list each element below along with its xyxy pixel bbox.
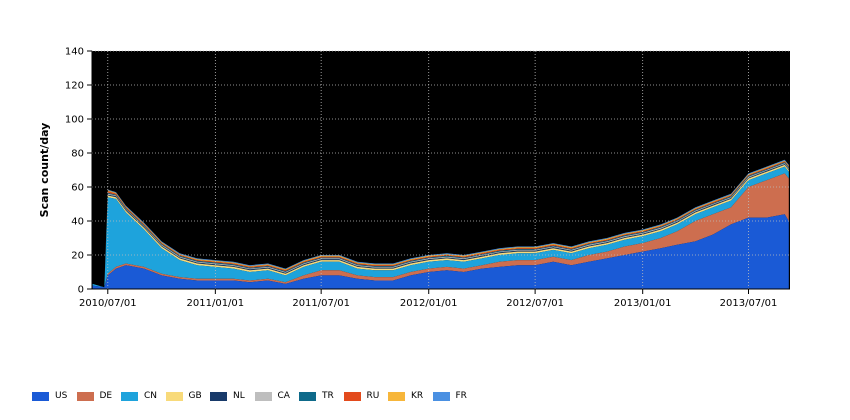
y-axis-title: Scan count/day <box>38 123 51 218</box>
legend-swatch <box>210 391 227 401</box>
legend-swatch <box>165 391 183 401</box>
legend-swatch <box>343 391 361 401</box>
legend-swatch <box>32 391 49 401</box>
legend-swatch <box>254 391 272 401</box>
y-tick-label: 20 <box>71 251 84 262</box>
legend: US DE CN GB NL CA TR RU KR FR <box>32 391 477 401</box>
legend-label: FR <box>455 391 467 401</box>
legend-item-fr: FR <box>432 391 478 401</box>
legend-label: TR <box>322 391 334 401</box>
legend-item-de: DE <box>76 391 122 401</box>
legend-label: US <box>55 391 68 401</box>
y-tick-label: 120 <box>65 81 84 92</box>
legend-item-ru: RU <box>343 391 389 401</box>
legend-item-cn: CN <box>121 391 166 401</box>
y-tick-label: 80 <box>71 149 84 160</box>
legend-swatch <box>299 391 316 401</box>
y-tick-label: 140 <box>65 47 84 58</box>
legend-label: RU <box>366 391 380 401</box>
legend-label: NL <box>233 391 245 401</box>
legend-label: CN <box>144 391 158 401</box>
x-tick-label: 2011/01/01 <box>187 298 245 309</box>
x-tick-label: 2010/07/01 <box>79 298 137 309</box>
legend-label: DE <box>99 391 113 401</box>
legend-label: GB <box>188 391 202 401</box>
x-tick-label: 2013/07/01 <box>720 298 778 309</box>
x-tick-label: 2012/07/01 <box>506 298 564 309</box>
y-tick-label: 60 <box>71 183 84 194</box>
legend-swatch <box>388 391 405 401</box>
legend-item-kr: KR <box>388 391 433 401</box>
x-tick-label: 2012/01/01 <box>400 298 458 309</box>
legend-swatch <box>76 391 94 401</box>
scan-count-chart: 0 20 40 60 80 100 120 140 2010/07/01 2011/01/01 20… <box>38 47 790 309</box>
y-tick-label: 0 <box>78 285 84 296</box>
x-tick-label: 2013/01/01 <box>614 298 672 309</box>
legend-item-gb: GB <box>165 391 211 401</box>
legend-swatch <box>432 391 450 401</box>
y-tick-label: 40 <box>71 217 84 228</box>
legend-item-us: US <box>32 391 77 401</box>
legend-item-tr: TR <box>299 391 344 401</box>
legend-label: CA <box>277 391 290 401</box>
legend-swatch <box>121 391 138 401</box>
x-tick-label: 2011/07/01 <box>292 298 350 309</box>
legend-item-ca: CA <box>254 391 300 401</box>
legend-item-nl: NL <box>210 391 255 401</box>
y-tick-label: 100 <box>65 115 84 126</box>
legend-label: KR <box>411 391 424 401</box>
